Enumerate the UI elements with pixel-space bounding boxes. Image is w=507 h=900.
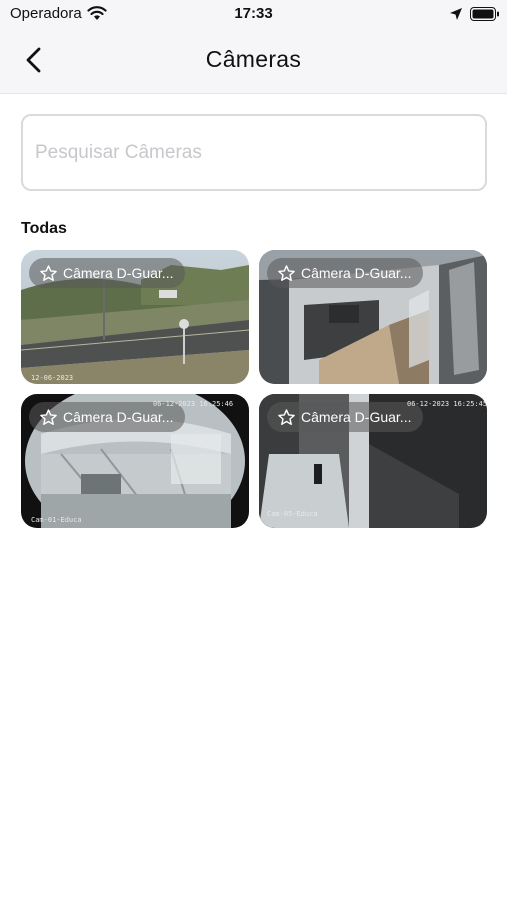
camera-name-chip: Câmera D-Guar... xyxy=(267,258,424,288)
camera-name: Câmera D-Guar... xyxy=(63,409,174,425)
camera-card[interactable]: Câmera D-Guar... 06-12-2023 16:25:46 Cam… xyxy=(21,394,249,528)
camera-name: Câmera D-Guar... xyxy=(63,265,174,281)
star-outline-icon[interactable] xyxy=(39,408,58,427)
camera-overlay-caption: Cam-01-Educa xyxy=(31,516,82,524)
camera-overlay-caption: Cam-05-Educa xyxy=(267,510,318,518)
camera-name: Câmera D-Guar... xyxy=(301,409,412,425)
battery-icon xyxy=(470,7,499,21)
camera-timestamp: 06-12-2023 16:25:46 xyxy=(153,400,234,408)
status-bar: Operadora 17:33 xyxy=(0,0,507,28)
camera-card[interactable]: Câmera D-Guar... 12-06-2023 xyxy=(21,250,249,384)
camera-timestamp: 06-12-2023 16:25:45 xyxy=(407,400,487,408)
navigation-bar: Câmeras xyxy=(0,28,507,94)
star-outline-icon[interactable] xyxy=(39,264,58,283)
camera-card[interactable]: Câmera D-Guar... xyxy=(259,250,487,384)
search-box[interactable] xyxy=(21,114,487,191)
camera-name-chip: Câmera D-Guar... xyxy=(29,258,186,288)
section-title: Todas xyxy=(21,220,67,237)
star-outline-icon[interactable] xyxy=(277,408,296,427)
search-input[interactable] xyxy=(35,116,475,189)
camera-name-chip: Câmera D-Guar... xyxy=(267,402,424,432)
camera-name: Câmera D-Guar... xyxy=(301,265,412,281)
star-outline-icon[interactable] xyxy=(277,264,296,283)
camera-card[interactable]: Câmera D-Guar... 06-12-2023 16:25:45 Cam… xyxy=(259,394,487,528)
camera-overlay-caption: 12-06-2023 xyxy=(31,374,74,382)
clock: 17:33 xyxy=(234,5,273,22)
location-arrow-icon xyxy=(450,8,462,20)
page-title: Câmeras xyxy=(205,46,302,72)
